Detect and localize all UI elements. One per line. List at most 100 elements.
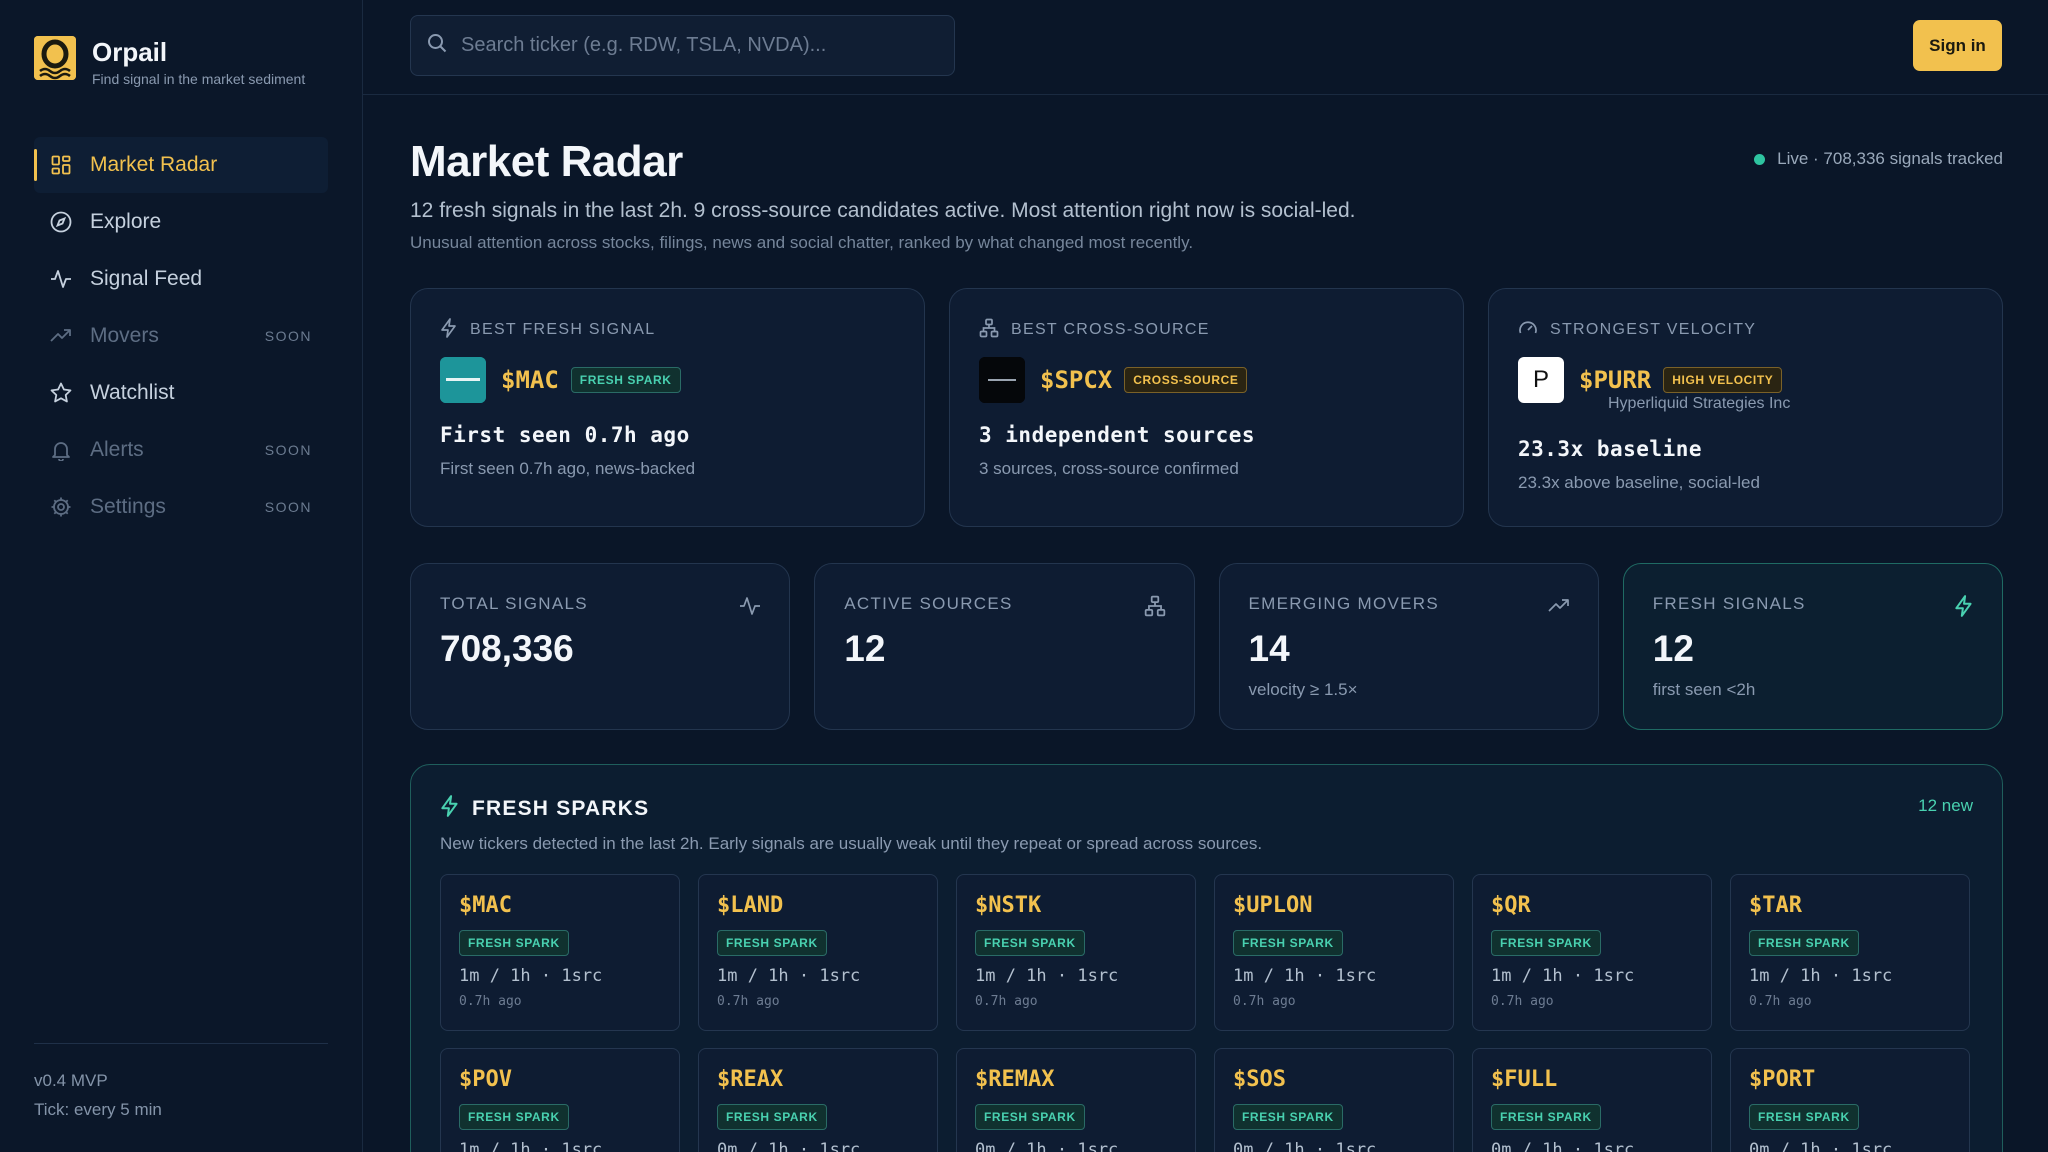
spark-card[interactable]: $TAR FRESH SPARK 1m / 1h · 1src 0.7h ago [1730,874,1970,1031]
search-box[interactable] [410,15,955,76]
ticker-symbol[interactable]: $LAND [717,893,919,918]
strongest-velocity-card[interactable]: STRONGEST VELOCITY P $PURR HIGH VELOCITY… [1488,288,2003,527]
sign-in-button[interactable]: Sign in [1913,20,2002,71]
spark-meta: 0m / 1h · 1src [717,1140,861,1152]
gauge-icon [1518,318,1538,343]
sidebar-item-watchlist[interactable]: Watchlist [34,365,328,421]
fresh-spark-badge: FRESH SPARK [1233,1104,1343,1130]
stat-total-signals: TOTAL SIGNALS 708,336 [410,563,791,730]
ticker-symbol[interactable]: $MAC [501,366,559,394]
sidebar-item-label: Watchlist [90,381,175,404]
grid-icon [50,154,72,176]
orpail-logo [34,36,76,80]
spark-card[interactable]: $REMAX FRESH SPARK 0m / 1h · 1src [956,1048,1196,1152]
spark-card[interactable]: $UPLON FRESH SPARK 1m / 1h · 1src 0.7h ago [1214,874,1454,1031]
live-status: Live · 708,336 signals tracked [1754,149,2003,169]
sidebar-item-signal-feed[interactable]: Signal Feed [34,251,328,307]
ticker-symbol[interactable]: $MAC [459,893,661,918]
spacex-logo [979,357,1025,403]
spark-card[interactable]: $FULL FRESH SPARK 0m / 1h · 1src [1472,1048,1712,1152]
star-icon [50,382,72,404]
brand[interactable]: Orpail Find signal in the market sedimen… [34,36,305,87]
spark-card[interactable]: $MAC FRESH SPARK 1m / 1h · 1src 0.7h ago [440,874,680,1031]
ticker-symbol[interactable]: $UPLON [1233,893,1435,918]
ticker-symbol[interactable]: $POV [459,1067,661,1092]
page-description: Unusual attention across stocks, filings… [410,233,1194,252]
cross-source-badge: CROSS-SOURCE [1124,367,1248,393]
hyperliquid-logo: P [1518,357,1564,403]
ticker-symbol[interactable]: $TAR [1749,893,1951,918]
stat-value: 708,336 [440,628,574,669]
sidebar-nav: Market Radar Explore Signal Feed Movers … [34,137,328,536]
activity-icon [50,268,72,290]
spark-meta: 0m / 1h · 1src [1491,1140,1635,1152]
sidebar-item-market-radar[interactable]: Market Radar [34,137,328,193]
spark-age: 0.7h ago [1491,994,1554,1009]
sidebar-item-explore[interactable]: Explore [34,194,328,250]
spark-card[interactable]: $POV FRESH SPARK 1m / 1h · 1src [440,1048,680,1152]
trending-up-icon [50,325,72,347]
search-input[interactable] [461,34,941,57]
fresh-spark-badge: FRESH SPARK [570,367,681,393]
spark-card[interactable]: $NSTK FRESH SPARK 1m / 1h · 1src 0.7h ago [956,874,1196,1031]
sidebar-item-settings[interactable]: Settings SOON [34,479,328,535]
spark-card[interactable]: $PORT FRESH SPARK 0m / 1h · 1src [1730,1048,1970,1152]
soon-badge: SOON [264,442,312,458]
lightning-icon [440,317,458,343]
stat-value: 12 [844,628,886,669]
spark-card[interactable]: $SOS FRESH SPARK 0m / 1h · 1src [1214,1048,1454,1152]
version-label: v0.4 MVP [34,1071,108,1090]
spark-meta: 1m / 1h · 1src [975,966,1119,986]
sidebar-item-label: Explore [90,210,162,233]
activity-icon [739,595,761,622]
stat-label: ACTIVE SOURCES [844,594,1013,613]
fresh-spark-badge: FRESH SPARK [1749,1104,1859,1130]
best-cross-source-card[interactable]: BEST CROSS-SOURCE $SPCX CROSS-SOURCE 3 i… [949,288,1464,527]
spark-meta: 1m / 1h · 1src [459,966,603,986]
spark-meta: 0m / 1h · 1src [1749,1140,1893,1152]
card-detail: 3 sources, cross-source confirmed [979,459,1239,478]
card-headline: 23.3x baseline [1518,437,1703,461]
fresh-sparks-panel: FRESH SPARKS 12 new New tickers detected… [410,764,2003,1152]
ticker-symbol[interactable]: $NSTK [975,893,1177,918]
spark-meta: 0m / 1h · 1src [975,1140,1119,1152]
sitemap-icon [979,318,999,343]
card-detail: 23.3x above baseline, social-led [1518,473,1760,492]
card-headline: 3 independent sources [979,423,1256,447]
stat-label: EMERGING MOVERS [1248,594,1439,613]
ticker-symbol[interactable]: $REAX [717,1067,919,1092]
card-detail: First seen 0.7h ago, news-backed [440,459,696,478]
sidebar-item-movers[interactable]: Movers SOON [34,308,328,364]
ticker-symbol[interactable]: $REMAX [975,1067,1177,1092]
lightning-icon [1954,595,1974,622]
sidebar: Orpail Find signal in the market sedimen… [0,0,363,1152]
fresh-spark-badge: FRESH SPARK [1491,930,1601,956]
page-title: Market Radar [410,137,683,186]
page-subtitle: 12 fresh signals in the last 2h. 9 cross… [410,199,1356,222]
ticker-symbol[interactable]: $QR [1491,893,1693,918]
stats-row: TOTAL SIGNALS 708,336 ACTIVE SOURCES 12 … [410,563,2003,730]
stat-label: TOTAL SIGNALS [440,594,588,613]
spark-card[interactable]: $LAND FRESH SPARK 1m / 1h · 1src 0.7h ago [698,874,938,1031]
spark-meta: 1m / 1h · 1src [1233,966,1377,986]
highlight-cards: BEST FRESH SIGNAL $MAC FRESH SPARK First… [410,288,2003,527]
trending-up-icon [1548,595,1570,622]
spark-card[interactable]: $REAX FRESH SPARK 0m / 1h · 1src [698,1048,938,1152]
tick-label: Tick: every 5 min [34,1100,162,1119]
ticker-symbol[interactable]: $SPCX [1040,366,1112,394]
search-icon [427,33,447,58]
ticker-symbol[interactable]: $PURR [1579,366,1651,394]
spark-card[interactable]: $QR FRESH SPARK 1m / 1h · 1src 0.7h ago [1472,874,1712,1031]
ticker-symbol[interactable]: $SOS [1233,1067,1435,1092]
compass-icon [50,211,72,233]
ticker-symbol[interactable]: $PORT [1749,1067,1951,1092]
ticker-symbol[interactable]: $FULL [1491,1067,1693,1092]
spark-age: 0.7h ago [459,994,522,1009]
fresh-spark-badge: FRESH SPARK [975,1104,1085,1130]
sidebar-item-alerts[interactable]: Alerts SOON [34,422,328,478]
best-fresh-signal-card[interactable]: BEST FRESH SIGNAL $MAC FRESH SPARK First… [410,288,925,527]
new-count: 12 new [1918,796,1973,815]
fresh-spark-badge: FRESH SPARK [717,930,827,956]
card-headline: First seen 0.7h ago [440,423,690,447]
fresh-spark-badge: FRESH SPARK [717,1104,827,1130]
